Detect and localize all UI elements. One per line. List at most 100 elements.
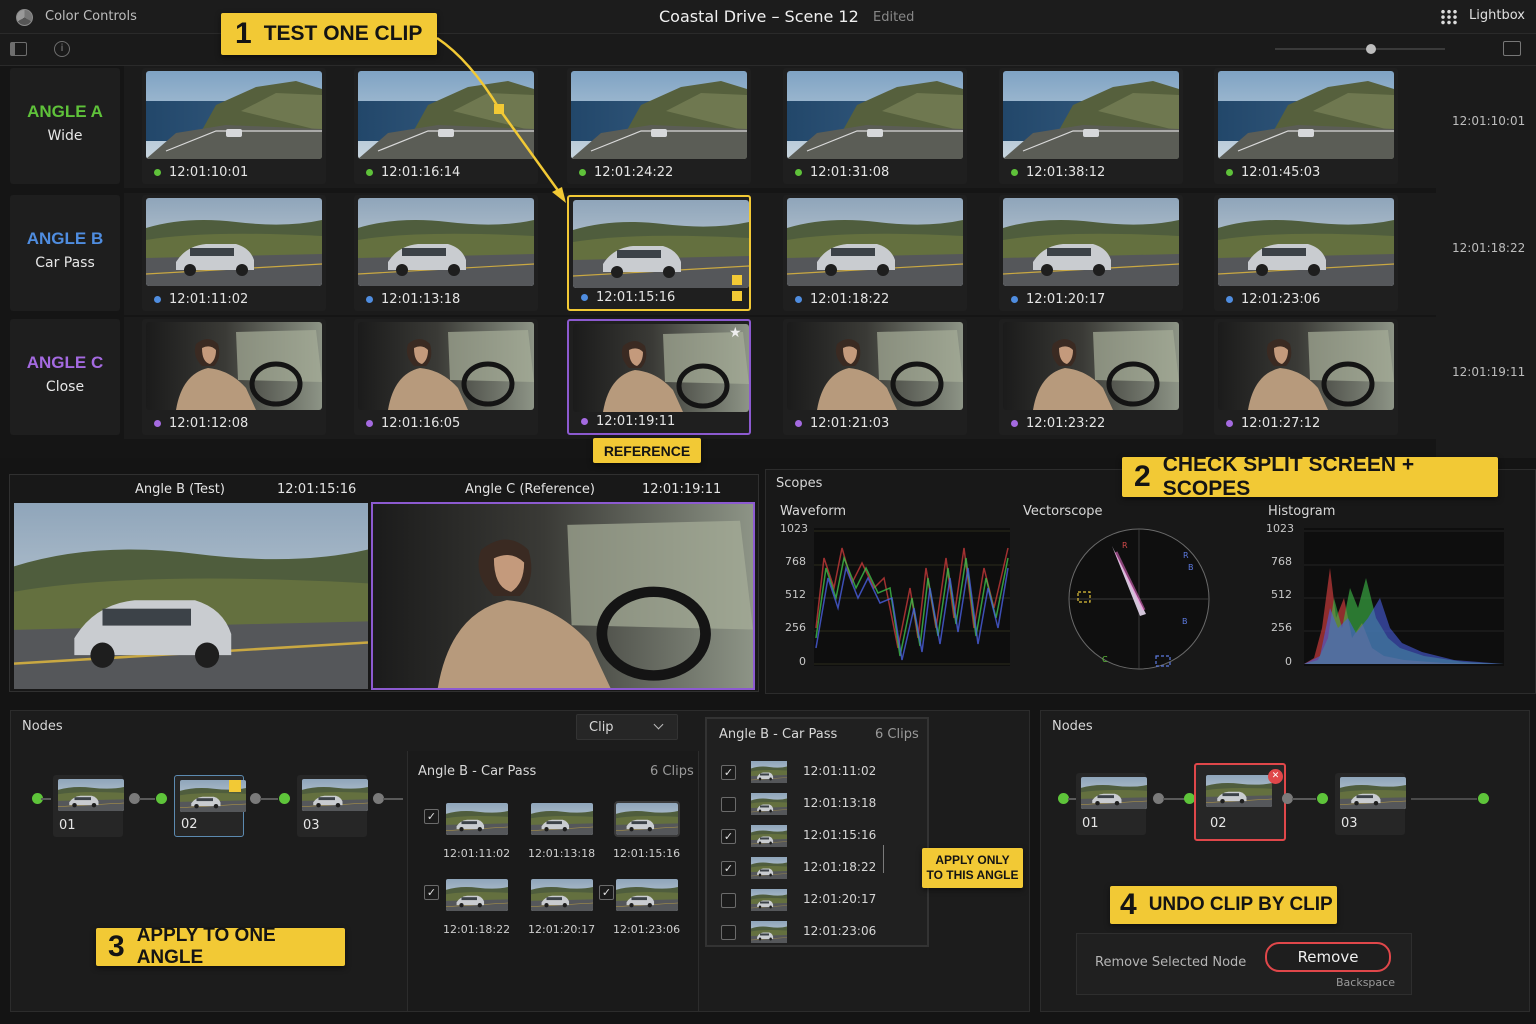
angle-row-header[interactable]: ANGLE C Close (10, 319, 120, 435)
node-01[interactable]: 01 (53, 775, 123, 837)
clip-timecode-row: 12:01:11:02 (154, 292, 248, 307)
clip-thumbnail[interactable]: 12:01:31:08 (783, 68, 967, 184)
clip-thumbnail[interactable]: 12:01:23:22 (999, 319, 1183, 435)
clip-timecode: 12:01:16:05 (381, 416, 461, 431)
vectorscope-mark-b2: B (1182, 617, 1188, 626)
group-clip-item[interactable]: 12:01:23:06 (613, 879, 688, 941)
vectorscope-graph: R R B B C (1068, 528, 1210, 670)
clip-thumbnail[interactable]: 12:01:21:03 (783, 319, 967, 435)
clip-thumbnail[interactable]: 12:01:15:16 (567, 195, 751, 311)
list-item[interactable]: 12:01:23:06 (707, 919, 927, 947)
clip-thumbnail[interactable]: 12:01:23:06 (1214, 195, 1398, 311)
clip-thumbnail[interactable]: 12:01:13:18 (354, 195, 538, 311)
list-item-checkbox[interactable]: ✓ (721, 829, 736, 844)
clip-thumbnail[interactable]: 12:01:24:22 (567, 68, 751, 184)
angle-row-header[interactable]: ANGLE A Wide (10, 68, 120, 184)
node-01-thumbnail (58, 779, 124, 811)
list-item[interactable]: 12:01:13:18 (707, 791, 927, 819)
angle-row-header[interactable]: ANGLE B Car Pass (10, 195, 120, 311)
node-right-01[interactable]: 01 (1076, 773, 1146, 835)
clip-thumbnail[interactable]: 12:01:16:14 (354, 68, 538, 184)
node-right-02[interactable]: 02 ✕ (1194, 763, 1286, 841)
clip-thumbnail[interactable]: 12:01:18:22 (783, 195, 967, 311)
clip-timecode-row: 12:01:45:03 (1226, 165, 1320, 180)
viewer-left-image[interactable] (14, 503, 368, 689)
sidebar-toggle-icon[interactable] (10, 42, 27, 56)
clip-thumbnail[interactable]: 12:01:20:17 (999, 195, 1183, 311)
group-clip-thumbnail (531, 803, 593, 835)
angle-clip-list: Angle B - Car Pass 6 Clips ✓ 12:01:11:02… (705, 717, 929, 947)
list-item-checkbox[interactable] (721, 925, 736, 940)
group-clip-item[interactable]: 12:01:15:16 (613, 801, 688, 865)
angle-group-title: Angle B - Car Pass (418, 764, 537, 779)
lightbox-grid-icon[interactable] (1440, 9, 1458, 25)
list-item-checkbox[interactable] (721, 893, 736, 908)
node-right-02-thumbnail (1206, 775, 1272, 807)
clip-timecode: 12:01:13:18 (381, 292, 461, 307)
group-clip-checkbox[interactable]: ✓ (424, 809, 439, 824)
group-clip-item[interactable]: 12:01:11:02 (443, 803, 518, 865)
list-item-checkbox[interactable]: ✓ (721, 765, 736, 780)
clip-dropdown[interactable]: Clip (576, 714, 678, 740)
clip-image (787, 322, 963, 410)
group-clip-checkbox[interactable]: ✓ (424, 885, 439, 900)
histogram-tick-label: 256 (1271, 621, 1292, 634)
clip-thumbnail[interactable]: 12:01:10:01 (142, 68, 326, 184)
clip-timecode-row: 12:01:21:03 (795, 416, 889, 431)
node-graph-left: 01 02 03 (11, 751, 407, 1011)
callout-apply-to-one-angle: 3 APPLY TO ONE ANGLE (96, 925, 345, 968)
node-right-03[interactable]: 03 (1335, 773, 1405, 835)
viewer-right-image[interactable] (371, 502, 755, 690)
clip-thumbnail[interactable]: 12:01:12:08 (142, 319, 326, 435)
waveform-tick-label: 1023 (780, 522, 808, 535)
angle-desc: Close (45, 379, 85, 395)
group-clip-item[interactable]: 12:01:18:22 (443, 879, 518, 941)
grade-flag-icon (494, 104, 504, 114)
callout-2-number: 2 (1134, 460, 1151, 493)
info-icon[interactable]: i (54, 41, 70, 57)
clip-thumbnail[interactable]: 12:01:38:12 (999, 68, 1183, 184)
export-icon[interactable] (1503, 41, 1521, 56)
node-link (1068, 798, 1076, 800)
angle-color-dot (154, 169, 161, 176)
clip-image (573, 324, 749, 412)
callout-apply-only: APPLY ONLY TO THIS ANGLE (922, 848, 1023, 888)
angle-color-dot (1226, 169, 1233, 176)
clip-thumbnail[interactable]: 12:01:16:05 (354, 319, 538, 435)
list-item[interactable]: ✓ 12:01:15:16 (707, 823, 927, 851)
group-clip-checkbox[interactable]: ✓ (599, 885, 614, 900)
waveform-tick-label: 768 (785, 555, 806, 568)
project-title: Coastal Drive – Scene 12 (659, 7, 859, 26)
clip-image (1218, 71, 1394, 159)
clip-timecode: 12:01:19:11 (596, 414, 676, 429)
node-output-dot[interactable] (1478, 793, 1489, 804)
list-item-checkbox[interactable]: ✓ (721, 861, 736, 876)
list-item[interactable]: 12:01:20:17 (707, 887, 927, 915)
zoom-slider-handle[interactable] (1366, 44, 1376, 54)
group-clip-item[interactable]: 12:01:13:18 (528, 803, 603, 865)
node-input-dot[interactable] (1317, 793, 1328, 804)
clip-timecode: 12:01:23:22 (1026, 416, 1106, 431)
clip-image (358, 71, 534, 159)
node-input-dot[interactable] (156, 793, 167, 804)
remove-button[interactable]: Remove (1265, 942, 1391, 972)
list-item-checkbox[interactable] (721, 797, 736, 812)
clip-thumbnail[interactable]: 12:01:19:11 ★ (567, 319, 751, 435)
clip-thumbnail[interactable]: 12:01:11:02 (142, 195, 326, 311)
clip-image (146, 322, 322, 410)
node-input-dot[interactable] (279, 793, 290, 804)
zoom-slider-track[interactable] (1275, 48, 1445, 50)
nodes-panel-right: Nodes 01 02 ✕ 03 Remove Selected Node Re… (1040, 710, 1530, 1012)
clip-thumbnail[interactable]: 12:01:45:03 (1214, 68, 1398, 184)
list-item[interactable]: ✓ 12:01:18:22 (707, 855, 927, 883)
remove-node-close-icon[interactable]: ✕ (1268, 769, 1283, 784)
clip-thumbnail[interactable]: 12:01:27:12 (1214, 319, 1398, 435)
list-item[interactable]: ✓ 12:01:11:02 (707, 759, 927, 787)
angle-color-dot (581, 294, 588, 301)
node-03[interactable]: 03 (297, 775, 367, 837)
group-clip-item[interactable]: 12:01:20:17 (528, 879, 603, 941)
node-link (1163, 798, 1185, 800)
group-clip-thumbnail (616, 879, 678, 911)
node-02[interactable]: 02 (174, 775, 244, 837)
lightbox-button[interactable]: Lightbox (1469, 8, 1525, 23)
